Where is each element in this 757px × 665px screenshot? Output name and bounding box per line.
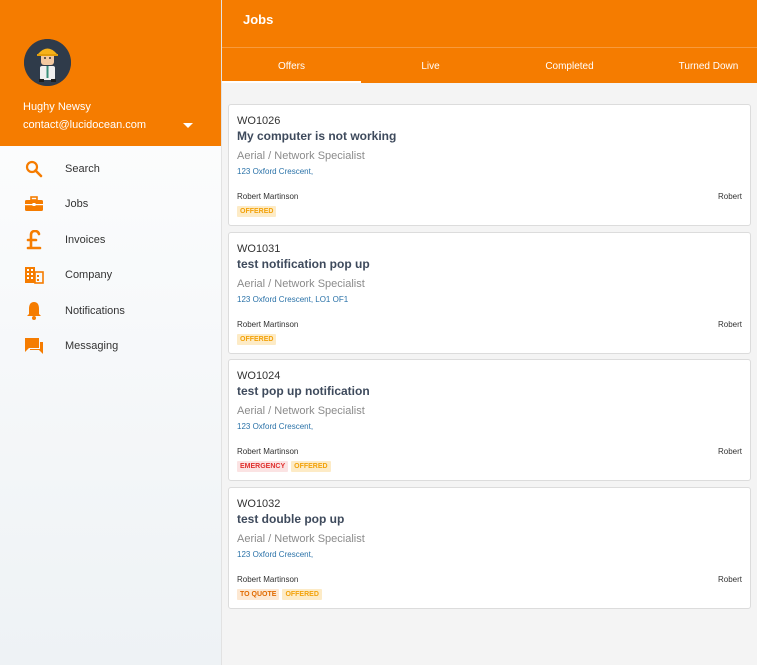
status-badge: OFFERED [282,589,322,600]
briefcase-icon [24,194,44,214]
sidebar-item-invoices[interactable]: Invoices [0,222,222,258]
sidebar-item-search[interactable]: Search [0,151,222,187]
job-contact: Robert Martinson [237,575,299,584]
job-specialist: Aerial / Network Specialist [237,405,365,417]
user-panel: Hughy Newsy contact@lucidocean.com [0,0,221,146]
job-assignee: Robert [717,192,742,201]
job-contact: Robert Martinson [237,192,299,201]
status-badge: OFFERED [237,206,277,217]
tab-bar: Offers Live Completed Turned Down [222,47,757,83]
emergency-badge: EMERGENCY [237,461,289,472]
pound-icon [24,229,44,250]
search-icon [24,159,44,179]
sidebar-item-label: Messaging [65,340,119,353]
job-badges: OFFERED [237,334,277,345]
quote-badge: TO QUOTE [237,589,280,600]
job-number: WO1024 [237,370,281,382]
building-icon [24,265,44,285]
job-title: My computer is not working [237,129,397,143]
job-badges: OFFERED [237,206,277,217]
job-number: WO1031 [237,243,281,255]
bell-icon [24,301,44,321]
job-assignee: Robert [717,447,742,456]
job-contact: Robert Martinson [237,320,299,329]
job-list: WO1026 My computer is not working Aerial… [222,83,757,665]
sidebar-item-label: Search [65,162,100,175]
job-title: test double pop up [237,512,345,526]
job-address: 123 Oxford Crescent, [237,550,314,559]
job-specialist: Aerial / Network Specialist [237,150,365,162]
job-contact: Robert Martinson [237,447,299,456]
tab-completed[interactable]: Completed [500,48,639,83]
sidebar-item-label: Company [65,269,113,282]
user-email: contact@lucidocean.com [23,119,147,131]
job-title: test notification pop up [237,257,370,271]
avatar[interactable] [24,39,71,86]
tab-live[interactable]: Live [361,48,500,83]
sidebar-nav: Search Jobs Invoices Company Notificatio… [0,151,222,364]
chevron-down-icon[interactable] [183,123,193,128]
sidebar-item-label: Invoices [65,233,106,246]
job-card[interactable]: WO1026 My computer is not working Aerial… [228,104,751,226]
job-address: 123 Oxford Crescent, LO1 OF1 [237,295,349,304]
job-assignee: Robert [717,320,742,329]
app-header: Jobs [222,0,757,47]
chat-icon [24,336,44,356]
sidebar-item-label: Notifications [65,304,125,317]
sidebar-item-company[interactable]: Company [0,258,222,294]
job-badges: TO QUOTE OFFERED [237,589,322,600]
tab-turned-down[interactable]: Turned Down [639,48,757,83]
job-card[interactable]: WO1032 test double pop up Aerial / Netwo… [228,487,751,609]
job-card[interactable]: WO1024 test pop up notification Aerial /… [228,359,751,481]
job-address: 123 Oxford Crescent, [237,422,314,431]
status-badge: OFFERED [291,461,331,472]
job-badges: EMERGENCY OFFERED [237,461,331,472]
job-title: test pop up notification [237,384,370,398]
sidebar: Hughy Newsy contact@lucidocean.com Searc… [0,0,222,665]
sidebar-item-jobs[interactable]: Jobs [0,187,222,223]
sidebar-item-label: Jobs [65,198,89,211]
job-number: WO1032 [237,498,281,510]
user-name: Hughy Newsy [23,101,91,113]
sidebar-item-notifications[interactable]: Notifications [0,293,222,329]
job-card[interactable]: WO1031 test notification pop up Aerial /… [228,232,751,354]
job-specialist: Aerial / Network Specialist [237,533,365,545]
status-badge: OFFERED [237,334,277,345]
job-address: 123 Oxford Crescent, [237,167,314,176]
tab-offers[interactable]: Offers [222,48,361,83]
job-assignee: Robert [717,575,742,584]
page-title: Jobs [243,12,274,27]
job-number: WO1026 [237,115,281,127]
job-specialist: Aerial / Network Specialist [237,278,365,290]
sidebar-item-messaging[interactable]: Messaging [0,329,222,365]
